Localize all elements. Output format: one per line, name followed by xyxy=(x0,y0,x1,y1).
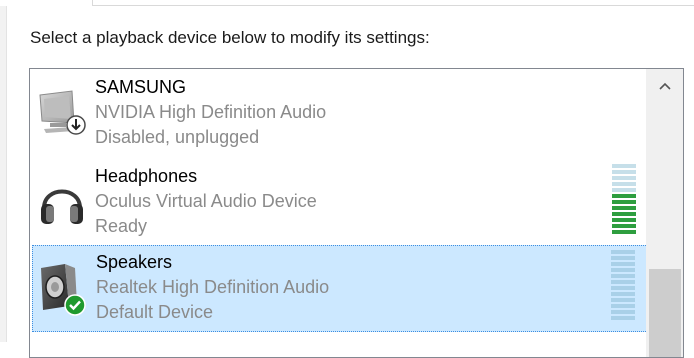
device-name: Headphones xyxy=(95,166,198,186)
green-check-badge-icon xyxy=(64,294,86,321)
device-name: Speakers xyxy=(96,252,173,272)
meter-segment xyxy=(612,182,636,186)
volume-level-meter xyxy=(611,250,635,322)
meter-segment xyxy=(611,316,635,320)
window-edge xyxy=(0,0,7,342)
meter-segment xyxy=(612,170,636,174)
device-driver: NVIDIA High Definition Audio xyxy=(95,102,327,122)
device-status: Ready xyxy=(95,216,148,236)
device-status: Default Device xyxy=(96,302,214,322)
meter-segment xyxy=(611,310,635,314)
device-item-speakers[interactable]: Speakers Realtek High Definition Audio D… xyxy=(32,245,648,332)
meter-segment xyxy=(611,274,635,278)
scroll-up-button[interactable] xyxy=(647,69,683,103)
down-arrow-badge-icon xyxy=(66,115,86,140)
meter-segment xyxy=(611,256,635,260)
device-name: SAMSUNG xyxy=(95,77,187,97)
speaker-icon xyxy=(37,260,89,316)
scrollbar-thumb[interactable] xyxy=(649,269,681,357)
device-status: Disabled, unplugged xyxy=(95,127,260,147)
device-item-samsung[interactable]: SAMSUNG NVIDIA High Definition Audio Dis… xyxy=(32,71,648,158)
meter-segment xyxy=(611,292,635,296)
instruction-label: Select a playback device below to modify… xyxy=(30,28,430,47)
meter-segment xyxy=(612,188,636,192)
meter-segment xyxy=(612,200,636,204)
meter-segment xyxy=(611,280,635,284)
meter-segment xyxy=(611,286,635,290)
meter-segment xyxy=(612,212,636,216)
playback-device-list[interactable]: SAMSUNG NVIDIA High Definition Audio Dis… xyxy=(29,68,684,358)
meter-segment xyxy=(611,298,635,302)
chevron-up-icon xyxy=(659,77,671,95)
meter-segment xyxy=(612,194,636,198)
device-driver: Realtek High Definition Audio xyxy=(96,277,330,297)
meter-segment xyxy=(612,218,636,222)
meter-segment xyxy=(611,304,635,308)
meter-segment xyxy=(611,250,635,254)
device-item-headphones[interactable]: Headphones Oculus Virtual Audio Device R… xyxy=(32,160,648,247)
meter-segment xyxy=(612,206,636,210)
meter-segment xyxy=(612,164,636,168)
meter-segment xyxy=(611,262,635,266)
tab-strip-edge xyxy=(0,0,694,6)
meter-segment xyxy=(611,268,635,272)
vertical-scrollbar[interactable] xyxy=(646,69,683,357)
meter-segment xyxy=(612,176,636,180)
headphones-icon xyxy=(36,174,88,230)
volume-level-meter xyxy=(612,164,636,236)
device-driver: Oculus Virtual Audio Device xyxy=(95,191,317,211)
meter-segment xyxy=(612,224,636,228)
monitor-speaker-icon xyxy=(36,85,88,141)
meter-segment xyxy=(612,230,636,234)
